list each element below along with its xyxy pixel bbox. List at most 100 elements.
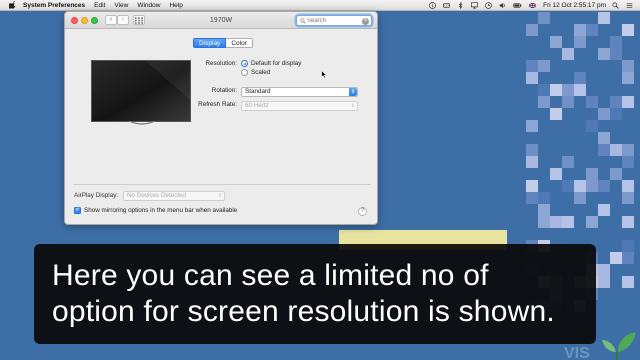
menu-app-name[interactable]: System Preferences	[23, 0, 85, 11]
flag-icon[interactable]	[529, 2, 536, 9]
airplay-icon[interactable]	[471, 2, 479, 9]
desktop-pixel	[622, 252, 634, 264]
section-divider	[73, 184, 371, 185]
menu-help[interactable]: Help	[169, 0, 182, 11]
back-button[interactable]: ‹	[105, 15, 117, 25]
desktop-pixel	[586, 120, 598, 132]
desktop-pixel	[622, 240, 634, 252]
search-icon	[300, 18, 306, 24]
time-machine-icon[interactable]	[485, 2, 492, 9]
volume-icon[interactable]	[499, 2, 506, 9]
watermark-logo: VIS	[564, 332, 636, 360]
desktop-pixel	[526, 120, 538, 132]
chevron-updown-icon: ⇕	[349, 88, 357, 96]
close-window-button[interactable]	[71, 17, 78, 24]
chevron-updown-icon: ⇕	[350, 103, 356, 109]
minimize-window-button[interactable]	[81, 17, 88, 24]
desktop-pixel	[622, 216, 634, 228]
video-caption: Here you can see a limited no of option …	[34, 244, 596, 344]
desktop-pixel	[526, 144, 538, 156]
resolution-scaled-label: Scaled	[251, 69, 271, 76]
radio-default-selected[interactable]	[241, 60, 248, 67]
rotation-value: Standard	[245, 88, 271, 95]
forward-button[interactable]: ›	[117, 15, 129, 25]
desktop-pixel	[550, 216, 562, 228]
bluetooth-icon[interactable]	[457, 2, 464, 9]
desktop-pixel	[538, 60, 550, 72]
menu-status-area: Fri 12 Oct 2:55:17 pm	[429, 0, 640, 11]
desktop-pixel	[622, 276, 634, 288]
svg-text:VIS: VIS	[564, 345, 590, 360]
battery-icon[interactable]	[513, 2, 522, 9]
resolution-default-label: Default for display	[251, 60, 302, 67]
desktop-pixel	[586, 216, 598, 228]
chevron-right-icon: ›	[121, 16, 125, 23]
grid-icon	[135, 16, 143, 24]
desktop-pixel	[622, 60, 634, 72]
desktop-pixel	[550, 84, 562, 96]
desktop-pixel	[574, 24, 586, 36]
tab-color[interactable]: Color	[226, 38, 253, 48]
airplay-value: No Devices Detected	[127, 192, 187, 199]
desktop-pixel	[526, 192, 538, 204]
desktop-pixel	[610, 108, 622, 120]
radio-scaled[interactable]	[241, 69, 248, 76]
desktop-pixel	[610, 168, 622, 180]
display-preferences-window: ‹ › 1970W × Display Color	[64, 11, 378, 225]
show-all-button[interactable]	[133, 15, 145, 25]
search-field[interactable]: ×	[296, 15, 372, 26]
desktop-pixel	[562, 96, 574, 108]
notification-center-icon[interactable]	[626, 2, 633, 9]
desktop-pixel	[562, 216, 574, 228]
desktop-pixel	[526, 60, 538, 72]
desktop-pixel	[622, 156, 634, 168]
airplay-display-select: No Devices Detected ⇕	[123, 191, 225, 201]
search-input[interactable]	[307, 16, 361, 25]
window-titlebar[interactable]: ‹ › 1970W ×	[65, 12, 377, 29]
zoom-window-button[interactable]	[91, 17, 98, 24]
desktop-pixel	[538, 192, 550, 204]
menu-window[interactable]: Window	[137, 0, 160, 11]
resolution-scaled-option[interactable]: Scaled	[241, 69, 270, 76]
monitor-stand	[128, 121, 156, 125]
desktop-pixel	[622, 24, 634, 36]
help-button[interactable]: ?	[358, 207, 367, 216]
desktop-pixel	[562, 84, 574, 96]
info-icon[interactable]	[429, 2, 436, 9]
tab-display[interactable]: Display	[193, 38, 227, 48]
menu-clock[interactable]: Fri 12 Oct 2:55:17 pm	[543, 2, 606, 9]
desktop-pixel	[610, 252, 622, 264]
keyboard-icon[interactable]	[443, 2, 451, 9]
menu-view[interactable]: View	[114, 0, 128, 11]
desktop-pixel	[598, 180, 610, 192]
desktop-pixel	[610, 36, 622, 48]
desktop-pixel	[622, 72, 634, 84]
apple-menu-icon[interactable]	[9, 1, 17, 9]
desktop-pixel	[586, 180, 598, 192]
desktop-pixel	[598, 48, 610, 60]
rotation-select[interactable]: Standard ⇕	[241, 87, 358, 97]
desktop-pixel	[550, 36, 562, 48]
desktop-pixel	[562, 48, 574, 60]
desktop-pixel	[574, 180, 586, 192]
desktop-pixel	[526, 180, 538, 192]
mirroring-checkbox[interactable]: ✓	[74, 207, 81, 214]
desktop-pixel	[550, 168, 562, 180]
desktop-pixel	[622, 144, 634, 156]
desktop-pixel	[574, 36, 586, 48]
desktop-pixel	[574, 192, 586, 204]
menu-edit[interactable]: Edit	[94, 0, 105, 11]
clear-search-icon[interactable]: ×	[362, 17, 369, 25]
desktop-pixel	[598, 12, 610, 24]
desktop-pixel	[598, 276, 610, 288]
spotlight-icon[interactable]	[612, 2, 619, 9]
desktop-pixel	[538, 12, 550, 24]
desktop-pixel	[586, 168, 598, 180]
mirroring-option[interactable]: ✓ Show mirroring options in the menu bar…	[74, 207, 237, 214]
refresh-rate-select: 60 Hertz ⇕	[241, 101, 358, 111]
desktop-pixel	[610, 144, 622, 156]
resolution-default-option[interactable]: Default for display	[241, 60, 301, 67]
desktop-pixel	[538, 216, 550, 228]
desktop-pixel	[538, 204, 550, 216]
desktop-pixel	[622, 96, 634, 108]
